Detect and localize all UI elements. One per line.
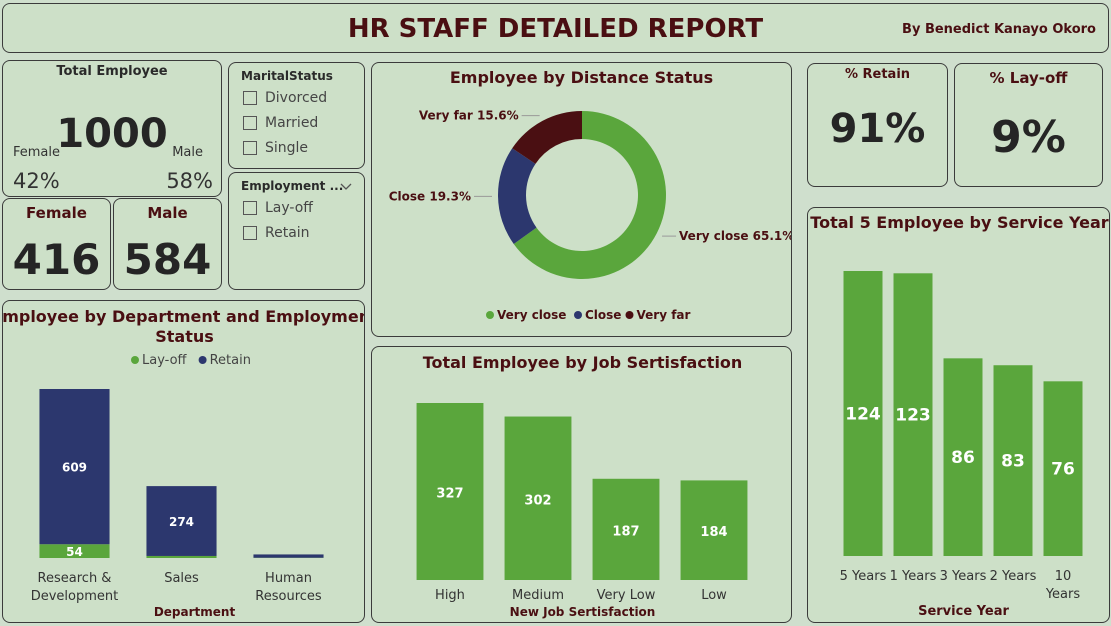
x-tick-label: Low [701,588,727,603]
x-tick-label: 3 Years [940,569,987,584]
x-tick-label: 10 [1055,569,1072,584]
chart-title: Total 5 Employee by Service Year [810,213,1109,232]
x-tick-label: 2 Years [990,569,1037,584]
employment-option-layoff[interactable]: Lay-off [243,200,313,216]
legend-label: Very far [637,308,691,322]
option-label: Lay-off [265,200,313,216]
checkbox-icon[interactable] [243,116,257,130]
employment-status-slicer: Employment ... Lay-off Retain [228,172,365,290]
retain-card-label: % Retain [844,67,911,82]
marital-status-slicer: MaritalStatus Divorced Married Single [228,62,365,169]
bar-data-label: 609 [62,461,87,475]
service-year-chart-card: Total 5 Employee by Service Year 124 5 Yea… [807,207,1110,623]
bar-data-label: 76 [1051,460,1075,480]
legend-label: Retain [210,353,251,368]
x-tick-label: Sales [164,571,199,586]
legend-label: Lay-off [142,353,188,368]
retain-card-value: 91% [829,106,926,152]
checkbox-icon[interactable] [243,91,257,105]
layoff-percent-card[interactable]: % Lay-off 9% [954,63,1103,187]
male-label: Male [172,145,203,160]
x-axis-title: New Job Sertisfaction [510,605,656,619]
employment-slicer-title: Employment ... [241,179,344,193]
female-card-value: 416 [12,235,101,284]
layoff-card-label: % Lay-off [989,69,1068,87]
bar-data-label: 327 [436,487,463,502]
x-tick-label: Resources [255,589,322,604]
donut-data-label: Very far 15.6% [419,109,519,123]
bar-segment [146,555,217,558]
distance-donut-chart: Very close 65.1% Close 19.3% Very far 15.6… [389,109,792,322]
marital-slicer-title: MaritalStatus [241,69,333,83]
employment-option-retain[interactable]: Retain [243,225,310,241]
donut-slice [498,148,537,244]
report-author: By Benedict Kanayo Okoro [902,22,1096,37]
male-card-value: 584 [123,235,212,284]
checkbox-icon[interactable] [243,226,257,240]
bar-data-label: 123 [895,406,931,426]
department-chart-card: Lay-off Retain Employee by Department and … [2,300,365,623]
x-tick-label: Medium [512,588,564,603]
total-employee-card[interactable]: Total Employee 1000 Female 42% Male 58% [2,60,222,197]
x-tick-label: Research & [38,571,112,586]
female-percent: 42% [13,169,60,193]
bar-data-label: 124 [845,405,881,425]
male-count-card[interactable]: Male 584 [113,198,222,290]
chart-title: Total Employee by Job Sertisfaction [423,353,743,372]
bar-data-label: 187 [612,524,639,539]
distance-donut-card: Employee by Distance Status Very close 6… [371,62,792,337]
legend-marker [131,356,139,364]
marital-option-divorced[interactable]: Divorced [243,90,327,106]
legend-marker [486,311,494,319]
x-axis-title: Department [154,605,236,619]
bar-data-label: 86 [951,448,975,468]
marital-option-single[interactable]: Single [243,140,308,156]
checkbox-icon[interactable] [243,201,257,215]
x-tick-label: Very Low [597,588,656,603]
option-label: Retain [265,225,310,241]
legend-marker [574,311,582,319]
x-tick-label: Years [1045,587,1081,602]
legend-label: Very close [497,308,566,322]
chevron-down-icon[interactable] [340,177,352,196]
department-bar-chart: Lay-off Retain Employee by Department and … [3,307,365,619]
bar-data-label: 274 [169,515,194,529]
legend-marker [198,356,207,364]
bar-data-label: 184 [700,525,727,540]
female-label: Female [13,145,61,160]
x-tick-label: 1 Years [890,569,937,584]
chart-title: Employee by Department and Employment [3,307,365,326]
checkbox-icon[interactable] [243,141,257,155]
bar-data-label: 302 [524,493,551,508]
marital-option-married[interactable]: Married [243,115,318,131]
header-banner: HR STAFF DETAILED REPORT By Benedict Kan… [2,3,1109,53]
x-tick-label: High [435,588,465,603]
bar-segment [253,554,324,558]
legend-label: Close [585,308,621,322]
x-tick-label: 5 Years [840,569,887,584]
satisfaction-chart-card: Total Employee by Job Sertisfaction 327 Hi… [371,346,792,623]
option-label: Divorced [265,90,328,106]
service-year-bar-chart: Total 5 Employee by Service Year 124 5 Yea… [810,213,1109,619]
x-axis-title: Service Year [918,604,1009,619]
male-card-label: Male [147,204,188,222]
bar-data-label: 54 [66,545,83,559]
satisfaction-bar-chart: Total Employee by Job Sertisfaction 327 Hi… [416,353,748,619]
female-count-card[interactable]: Female 416 [2,198,111,290]
total-employee-title: Total Employee [56,64,168,79]
x-tick-label: Development [31,589,119,604]
retain-percent-card[interactable]: % Retain 91% [807,63,948,187]
x-tick-label: Human [265,571,312,586]
bar-data-label: 83 [1001,452,1025,472]
option-label: Married [265,115,319,131]
legend-marker [625,311,634,319]
donut-data-label: Very close 65.1% [679,229,792,243]
layoff-card-value: 9% [991,112,1066,163]
chart-title: Status [155,327,214,346]
male-percent: 58% [166,169,213,193]
female-card-label: Female [26,204,87,222]
donut-data-label: Close 19.3% [389,189,471,203]
option-label: Single [265,140,309,156]
